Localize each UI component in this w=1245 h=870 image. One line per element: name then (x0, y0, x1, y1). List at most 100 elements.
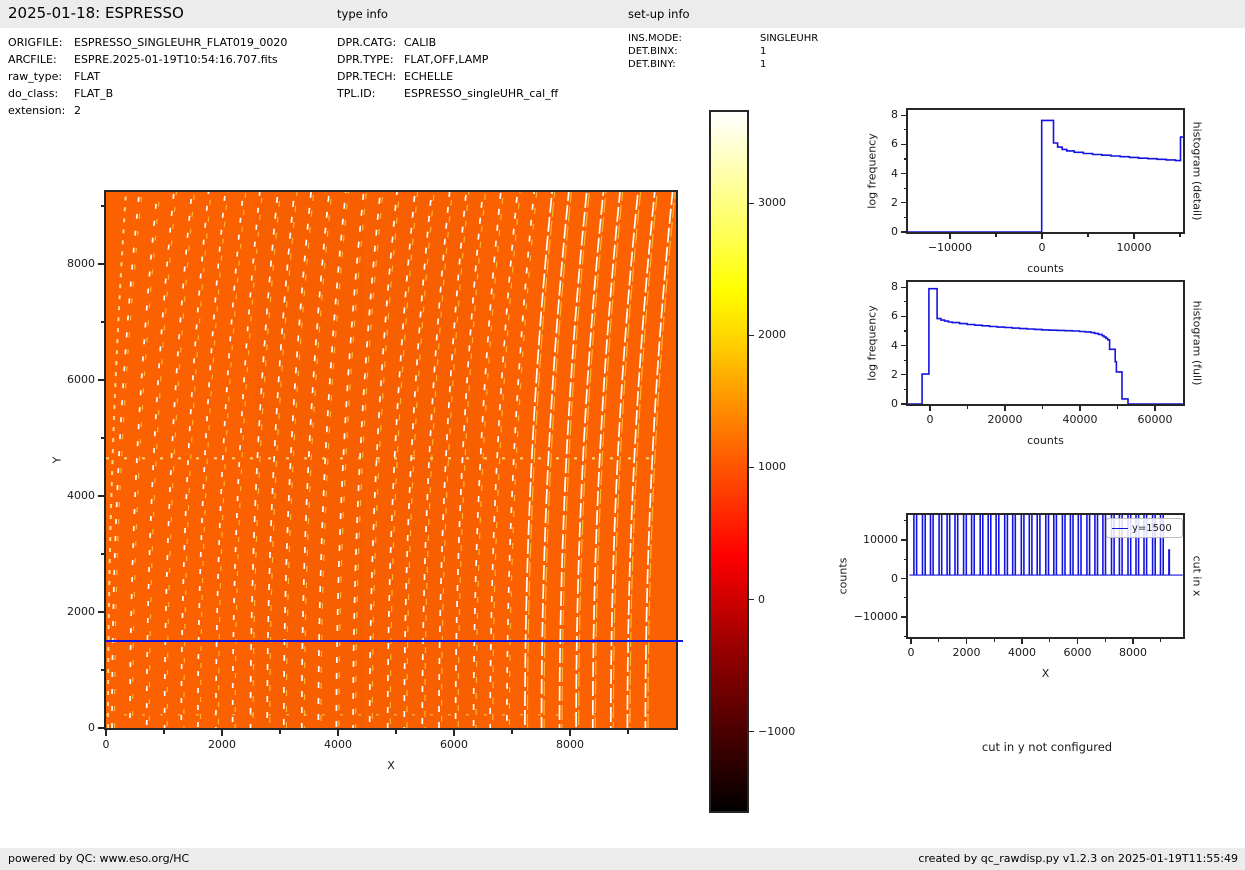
y-axis-label: log frequency (865, 305, 879, 381)
tick-mark (627, 730, 629, 734)
x-axis-label: counts (1027, 434, 1064, 447)
tick-mark (749, 731, 754, 733)
qc-report-page: 2025-01-18: ESPRESSO type info set-up in… (0, 0, 1245, 870)
tick-mark (1076, 639, 1079, 644)
tick-mark (221, 730, 223, 736)
tick-mark (395, 730, 397, 734)
tick-label: 6 (891, 309, 898, 323)
tick-label: −1000 (758, 724, 796, 738)
type-info-heading: type info (337, 7, 388, 21)
y-axis-label: log frequency (865, 133, 879, 209)
tick-label: 10000 (863, 533, 898, 547)
plot-canvas (908, 119, 1183, 232)
tick-mark (337, 730, 339, 736)
tick-mark (100, 205, 104, 207)
tick-label: 20000 (987, 413, 1023, 426)
tick-label: 0 (891, 571, 898, 585)
tick-label: 4000 (67, 488, 95, 502)
tick-mark (995, 234, 997, 237)
setup-info-value: 1 (760, 46, 767, 57)
tick-label: 0 (88, 721, 95, 734)
tick-label: 2 (891, 195, 898, 209)
x-axis-label: X (1041, 667, 1050, 680)
tick-label: 40000 (1062, 413, 1098, 426)
setup-info-heading: set-up info (628, 7, 690, 21)
tick-label: 2 (891, 367, 898, 381)
tick-mark (901, 577, 906, 580)
tick-mark (903, 558, 906, 560)
page-title: 2025-01-18: ESPRESSO (8, 4, 184, 22)
tick-mark (901, 114, 906, 116)
right-panel-label: cut in x (1190, 555, 1204, 597)
file-info-label: do_class: (8, 87, 59, 100)
tick-label: 10000 (1116, 241, 1152, 254)
tick-mark (901, 345, 906, 347)
file-info-value: FLAT (74, 70, 101, 83)
tick-mark (903, 597, 906, 599)
setup-info-label: DET.BINX: (628, 46, 678, 57)
y-axis-label: Y (50, 456, 64, 464)
tick-mark (1104, 639, 1106, 642)
tick-label: 2000 (952, 646, 981, 659)
tick-mark (901, 173, 906, 175)
tick-mark (100, 437, 104, 439)
x-axis-label: counts (1027, 262, 1064, 275)
tick-label: 6000 (1063, 646, 1092, 659)
tick-mark (903, 158, 906, 160)
tick-label: 6000 (67, 372, 95, 386)
tick-label: 8 (891, 280, 898, 294)
type-info-label: DPR.CATG: (337, 36, 397, 49)
tick-mark (901, 286, 906, 288)
tick-label: 3000 (758, 196, 786, 210)
tick-mark (903, 388, 906, 390)
tick-mark (1079, 406, 1081, 411)
tick-mark (903, 216, 906, 218)
header-bar: 2025-01-18: ESPRESSO type info set-up in… (0, 0, 1245, 28)
tick-label: 0 (758, 592, 765, 606)
file-info-label: extension: (8, 104, 66, 117)
tick-mark (903, 330, 906, 332)
tick-mark (98, 379, 104, 381)
tick-mark (903, 635, 906, 637)
tick-mark (453, 730, 455, 736)
file-info-value: ESPRESSO_SINGLEUHR_FLAT019_0020 (74, 36, 288, 49)
tick-mark (949, 234, 951, 239)
plot-canvas (908, 287, 1183, 404)
tick-mark (1160, 639, 1162, 642)
plot-canvas (106, 192, 676, 728)
tick-label: 2000 (67, 604, 95, 618)
tick-label: 0 (891, 225, 898, 238)
tick-mark (749, 334, 754, 336)
tick-mark (903, 520, 906, 522)
tick-mark (100, 321, 104, 323)
tick-mark (1154, 406, 1156, 411)
setup-info-label: DET.BINY: (628, 59, 676, 70)
tick-mark (901, 143, 906, 146)
file-info-label: ORIGFILE: (8, 36, 63, 49)
tick-label: 0 (1038, 241, 1046, 254)
file-info-value: 2 (74, 104, 81, 117)
tick-mark (938, 639, 940, 642)
tick-label: 0 (926, 413, 934, 426)
type-info-value: CALIB (404, 36, 437, 49)
tick-mark (1049, 639, 1051, 642)
tick-label: 6 (891, 137, 898, 151)
tick-mark (903, 301, 906, 303)
tick-label: −10000 (927, 241, 973, 254)
tick-mark (98, 495, 104, 497)
tick-mark (910, 639, 912, 644)
tick-mark (163, 730, 165, 734)
tick-mark (98, 727, 104, 729)
tick-mark (1116, 406, 1119, 409)
file-info-label: ARCFILE: (8, 53, 57, 66)
tick-mark (901, 374, 906, 376)
file-info-value: ESPRE.2025-01-19T10:54:16.707.fits (74, 53, 278, 66)
tick-label: 0 (891, 397, 898, 410)
x-axis-label: X (387, 759, 395, 772)
tick-mark (901, 403, 906, 405)
footer-powered-by: powered by QC: www.eso.org/HC (8, 852, 190, 865)
legend-line-sample (1112, 527, 1128, 529)
tick-mark (966, 406, 969, 409)
tick-mark (569, 730, 571, 736)
tick-mark (511, 730, 513, 734)
